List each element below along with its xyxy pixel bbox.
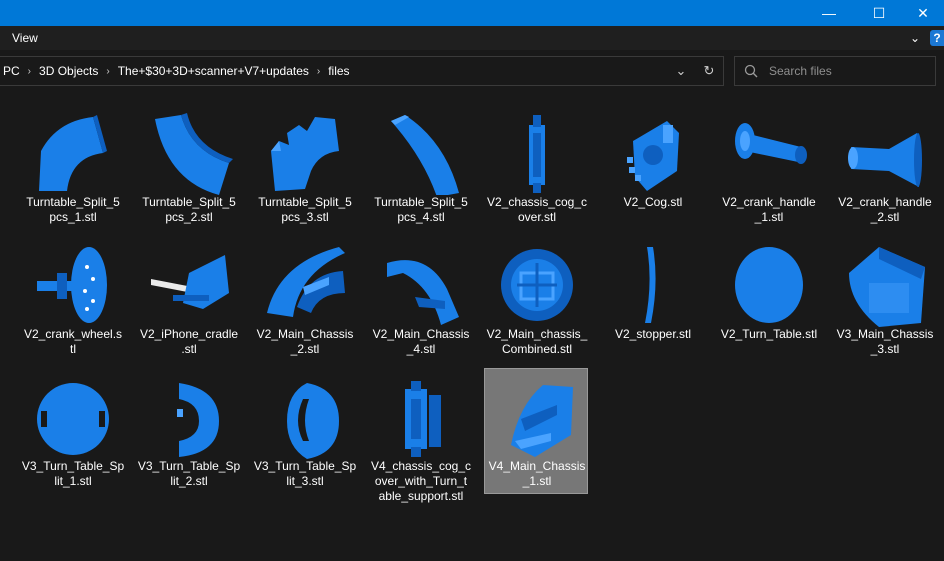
address-dropdown-icon[interactable]: ⌄ [667, 57, 695, 85]
stl-model-icon [491, 243, 583, 327]
breadcrumb-separator-icon[interactable]: › [313, 66, 324, 77]
stl-model-icon [259, 111, 351, 195]
file-name-label: V4_Main_Chassis _1.stl [488, 459, 586, 488]
file-item[interactable]: V2_Cog.stl [600, 104, 704, 230]
stl-model-icon [375, 111, 467, 197]
file-item[interactable]: V3_Turn_Table_Sp lit_3.stl [252, 368, 356, 494]
file-item[interactable]: V2_crank_handle _2.stl [832, 104, 936, 230]
file-name-label: V2_crank_handle _1.stl [722, 195, 816, 224]
file-name-label: V2_stopper.stl [614, 327, 692, 341]
file-name-label: Turntable_Split_5 pcs_4.stl [374, 195, 468, 224]
stl-model-icon [375, 243, 467, 327]
stl-model-icon [375, 375, 467, 459]
file-name-label: V2_chassis_cog_c over.stl [486, 195, 588, 224]
title-bar: — ☐ ✕ [0, 0, 944, 26]
file-item[interactable]: V2_chassis_cog_c over.stl [484, 104, 588, 230]
breadcrumb-separator-icon[interactable]: › [24, 66, 35, 77]
file-item[interactable]: Turntable_Split_5 pcs_4.stl [368, 104, 472, 230]
file-name-label: V2_crank_wheel.s tl [23, 327, 123, 356]
address-row: PC › 3D Objects › The+$30+3D+scanner+V7+upda… [0, 50, 944, 92]
breadcrumb-item[interactable]: PC [0, 64, 24, 78]
file-name-label: V4_chassis_cog_c over_with_Turn_t able_s… [370, 459, 472, 503]
breadcrumb-item[interactable]: The+$30+3D+scanner+V7+updates [114, 64, 313, 78]
file-name-label: V2_Main_Chassis _2.stl [256, 327, 354, 356]
file-name-label: V3_Turn_Table_Sp lit_3.stl [253, 459, 357, 488]
stl-model-icon [723, 243, 815, 327]
chevron-down-icon[interactable]: ⌄ [906, 29, 924, 47]
file-item[interactable]: V2_iPhone_cradle .stl [136, 236, 240, 362]
file-name-label: V3_Turn_Table_Sp lit_1.stl [21, 459, 125, 488]
maximize-button[interactable]: ☐ [856, 0, 902, 26]
stl-model-icon [27, 375, 119, 459]
minimize-button[interactable]: — [806, 0, 852, 26]
file-item[interactable]: V2_crank_handle _1.stl [716, 104, 820, 230]
file-item[interactable]: V3_Turn_Table_Sp lit_1.stl [20, 368, 124, 494]
file-name-label: V2_iPhone_cradle .stl [139, 327, 239, 356]
breadcrumb-item[interactable]: 3D Objects [35, 64, 102, 78]
stl-model-icon [723, 111, 815, 195]
search-icon [735, 64, 767, 78]
breadcrumb-separator-icon[interactable]: › [102, 66, 113, 77]
file-name-label: V2_crank_handle _2.stl [838, 195, 932, 224]
file-name-label: V2_Turn_Table.stl [720, 327, 818, 341]
file-name-label: V3_Main_Chassis _3.stl [836, 327, 934, 356]
breadcrumb-item[interactable]: files [324, 64, 353, 78]
stl-model-icon [27, 111, 119, 195]
file-name-label: Turntable_Split_5 pcs_3.stl [258, 195, 352, 224]
stl-model-icon [607, 243, 699, 327]
file-grid: Turntable_Split_5 pcs_1.stl Turntable_Spl… [0, 92, 944, 561]
ribbon: View ⌄ ? [0, 26, 944, 50]
stl-model-icon [143, 243, 235, 327]
file-name-label: V2_Main_chassis_ Combined.stl [486, 327, 588, 356]
stl-model-icon [607, 111, 699, 195]
file-item[interactable]: V2_Turn_Table.stl [716, 236, 820, 362]
file-item[interactable]: V2_Main_Chassis _2.stl [252, 236, 356, 362]
help-icon[interactable]: ? [930, 30, 944, 46]
stl-model-icon [143, 375, 235, 459]
stl-model-icon [839, 243, 931, 327]
file-item[interactable]: V4_Main_Chassis _1.stl [484, 368, 588, 494]
file-name-label: V3_Turn_Table_Sp lit_2.stl [137, 459, 241, 488]
file-name-label: V2_Cog.stl [623, 195, 683, 209]
ribbon-tab-view[interactable]: View [12, 31, 38, 45]
file-item[interactable]: V3_Turn_Table_Sp lit_2.stl [136, 368, 240, 494]
file-item[interactable]: V2_Main_chassis_ Combined.stl [484, 236, 588, 362]
search-input[interactable] [767, 63, 935, 79]
file-item[interactable]: Turntable_Split_5 pcs_1.stl [20, 104, 124, 230]
stl-model-icon [259, 243, 351, 327]
stl-model-icon [27, 243, 119, 327]
file-item[interactable]: V2_crank_wheel.s tl [20, 236, 124, 362]
file-name-label: V2_Main_Chassis _4.stl [372, 327, 470, 356]
file-name-label: Turntable_Split_5 pcs_1.stl [26, 195, 120, 224]
refresh-icon[interactable]: ↻ [695, 57, 723, 85]
address-bar[interactable]: PC › 3D Objects › The+$30+3D+scanner+V7+upda… [0, 56, 724, 86]
stl-model-icon [491, 111, 583, 195]
breadcrumb: PC › 3D Objects › The+$30+3D+scanner+V7+upda… [0, 64, 667, 78]
file-item[interactable]: V2_Main_Chassis _4.stl [368, 236, 472, 362]
stl-model-icon [143, 111, 235, 195]
file-item[interactable]: V3_Main_Chassis _3.stl [832, 236, 936, 362]
stl-model-icon [839, 111, 931, 195]
file-name-label: Turntable_Split_5 pcs_2.stl [142, 195, 236, 224]
file-item[interactable]: V4_chassis_cog_c over_with_Turn_t able_s… [368, 368, 472, 503]
file-item[interactable]: V2_stopper.stl [600, 236, 704, 362]
search-box[interactable] [734, 56, 936, 86]
file-item[interactable]: Turntable_Split_5 pcs_3.stl [252, 104, 356, 230]
stl-model-icon [491, 375, 583, 459]
stl-model-icon [259, 375, 351, 459]
file-item[interactable]: Turntable_Split_5 pcs_2.stl [136, 104, 240, 230]
close-button[interactable]: ✕ [900, 0, 944, 26]
